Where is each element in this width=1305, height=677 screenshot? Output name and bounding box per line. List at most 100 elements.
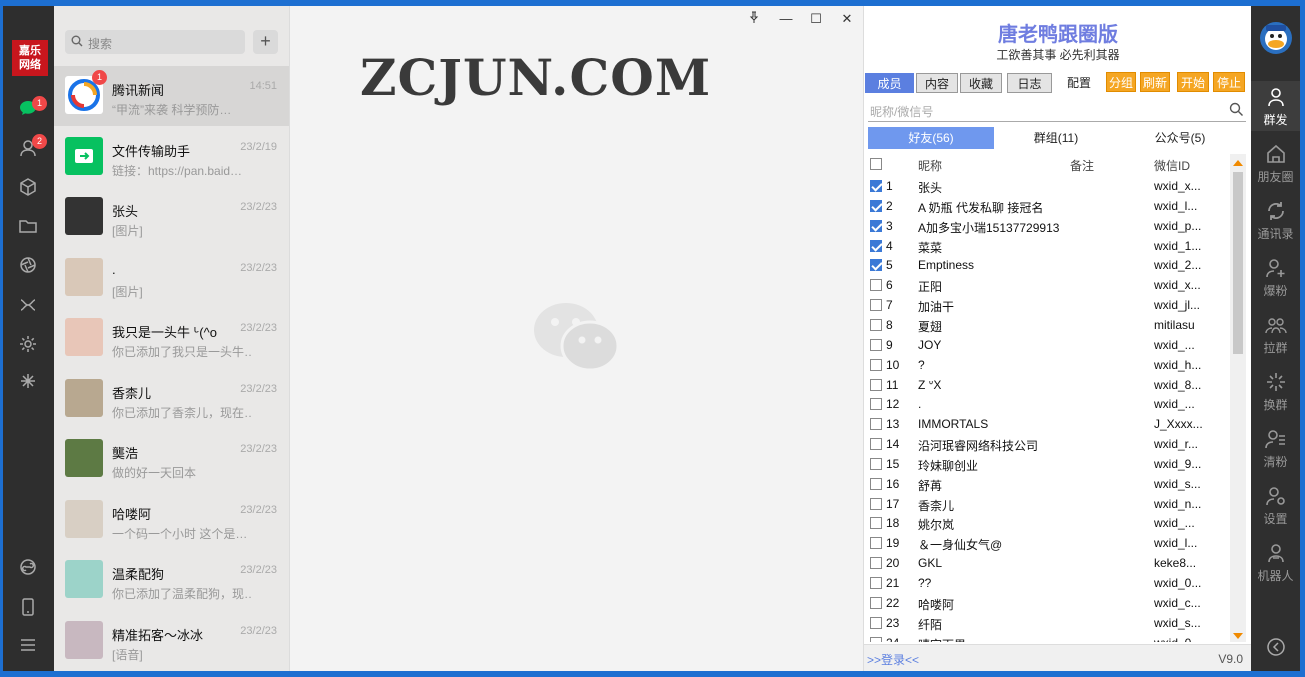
minimize-button[interactable]: —: [775, 10, 797, 28]
chat-item[interactable]: . [图片] 23/2/23: [54, 248, 289, 308]
header-wxid[interactable]: 微信ID: [1154, 157, 1190, 174]
stop-button[interactable]: 停止: [1213, 72, 1245, 92]
search-box[interactable]: 搜索: [65, 30, 245, 54]
tool-pull-group[interactable]: 拉群: [1251, 309, 1300, 359]
chat-item[interactable]: 温柔配狗 你已添加了温柔配狗，现… 23/2/23: [54, 550, 289, 610]
row-checkbox[interactable]: [870, 338, 882, 351]
tool-contacts[interactable]: 通讯录: [1251, 195, 1300, 245]
phone-icon[interactable]: [17, 596, 39, 618]
table-row[interactable]: 17 香柰儿 wxid_n...: [864, 494, 1230, 514]
row-checkbox[interactable]: [870, 418, 882, 431]
table-row[interactable]: 23 纤陌 wxid_s...: [864, 613, 1230, 633]
tab-log[interactable]: 日志: [1007, 73, 1052, 93]
table-row[interactable]: 14 沿河珉睿网络科技公司 wxid_r...: [864, 434, 1230, 454]
table-row[interactable]: 2 A 奶瓶 代发私聊 接冠名 wxid_l...: [864, 196, 1230, 216]
select-all-checkbox[interactable]: [870, 158, 882, 170]
avatar[interactable]: [65, 620, 103, 659]
table-row[interactable]: 15 玲妹聊创业 wxid_9...: [864, 454, 1230, 474]
search-icon[interactable]: [1229, 102, 1244, 117]
tool-add-fans[interactable]: 爆粉: [1251, 252, 1300, 302]
table-row[interactable]: 9 JOY wxid_...: [864, 335, 1230, 355]
segment-official-accounts[interactable]: 公众号(5): [1118, 127, 1242, 149]
login-link[interactable]: >>登录<<: [867, 651, 919, 668]
table-row[interactable]: 16 舒苒 wxid_s...: [864, 474, 1230, 494]
table-row[interactable]: 3 A加多宝小瑞15137729913 wxid_p...: [864, 216, 1230, 236]
tab-members[interactable]: 成员: [865, 73, 914, 93]
scroll-down-icon[interactable]: [1233, 633, 1243, 639]
scroll-up-icon[interactable]: [1233, 160, 1243, 166]
row-checkbox[interactable]: [870, 557, 882, 570]
row-checkbox[interactable]: [870, 318, 882, 331]
row-checkbox[interactable]: [870, 477, 882, 490]
avatar[interactable]: [65, 439, 103, 477]
row-checkbox[interactable]: [870, 239, 882, 252]
avatar[interactable]: [65, 257, 103, 296]
table-row[interactable]: 12. wxid_...: [864, 394, 1230, 414]
row-checkbox[interactable]: [870, 378, 882, 391]
row-checkbox[interactable]: [870, 616, 882, 629]
row-checkbox[interactable]: [870, 358, 882, 371]
row-checkbox[interactable]: [870, 497, 882, 510]
table-row[interactable]: 13 IMMORTALS J_Xxxx...: [864, 414, 1230, 434]
channels-icon[interactable]: [17, 294, 39, 316]
row-checkbox[interactable]: [870, 577, 882, 589]
chat-item[interactable]: 香柰儿 你已添加了香柰儿，现在… 23/2/23: [54, 369, 289, 429]
row-checkbox[interactable]: [870, 398, 882, 411]
table-row[interactable]: 5 Emptiness wxid_2...: [864, 255, 1230, 275]
table-row[interactable]: 1 张头 wxid_x...: [864, 176, 1230, 196]
add-chat-button[interactable]: +: [253, 30, 278, 54]
group-button[interactable]: 分组: [1106, 72, 1136, 92]
row-checkbox[interactable]: [870, 259, 882, 272]
maximize-button[interactable]: ☐: [805, 10, 827, 28]
chat-item[interactable]: 我只是一头牛 ᒡ(^o 你已添加了我只是一头牛… 23/2/23: [54, 308, 289, 368]
tool-switch-group[interactable]: 换群: [1251, 366, 1300, 416]
mini-program-gear-icon[interactable]: [17, 333, 39, 355]
collection-cube-icon[interactable]: [17, 176, 39, 198]
moments-aperture-icon[interactable]: [17, 254, 39, 276]
avatar[interactable]: [65, 378, 103, 417]
table-row[interactable]: 24 晴空下男 wxid_0...: [864, 633, 1230, 642]
table-row[interactable]: 22 哈喽阿 wxid_c...: [864, 593, 1230, 613]
menu-icon[interactable]: [17, 634, 39, 656]
chat-item[interactable]: 腾讯新闻 “甲流”来袭 科学预防… 14:51 1: [54, 66, 289, 126]
tab-config[interactable]: 配置: [1059, 73, 1099, 93]
tab-content[interactable]: 内容: [916, 73, 958, 93]
row-checkbox[interactable]: [870, 537, 882, 550]
segment-friends[interactable]: 好友(56): [868, 127, 994, 149]
avatar[interactable]: [65, 499, 103, 538]
folder-icon[interactable]: [17, 215, 39, 237]
row-checkbox[interactable]: [870, 180, 882, 192]
row-checkbox[interactable]: [870, 219, 882, 232]
table-row[interactable]: 21?? wxid_0...: [864, 573, 1230, 593]
close-button[interactable]: ✕: [836, 10, 858, 28]
row-checkbox[interactable]: [870, 279, 882, 292]
row-checkbox[interactable]: [870, 636, 882, 642]
row-checkbox[interactable]: [870, 596, 882, 609]
table-row[interactable]: 7 加油干 wxid_jl...: [864, 295, 1230, 315]
tool-mass-send[interactable]: 群发: [1251, 81, 1300, 131]
nickname-search-input[interactable]: 昵称/微信号: [868, 98, 1246, 122]
table-row[interactable]: 18 姚尔岚 wxid_...: [864, 513, 1230, 533]
row-checkbox[interactable]: [870, 199, 882, 212]
table-row[interactable]: 8 夏翅 mitilasu: [864, 315, 1230, 335]
chat-item[interactable]: 张头 [图片] 23/2/23: [54, 187, 289, 247]
scroll-thumb[interactable]: [1233, 172, 1243, 354]
table-row[interactable]: 19 ＆一身仙女气@ wxid_l...: [864, 533, 1230, 553]
segment-groups[interactable]: 群组(11): [994, 127, 1118, 149]
chat-item[interactable]: 精准拓客～冰冰 [语音] 23/2/23: [54, 611, 289, 671]
avatar[interactable]: [65, 197, 103, 235]
header-nickname[interactable]: 昵称: [918, 157, 942, 174]
avatar[interactable]: [65, 136, 103, 175]
tool-moments[interactable]: 朋友圈: [1251, 138, 1300, 188]
tool-robot[interactable]: 机器人: [1251, 537, 1300, 587]
table-row[interactable]: 11 Z ᐡX wxid_8...: [864, 375, 1230, 395]
header-remark[interactable]: 备注: [1070, 157, 1094, 174]
row-checkbox[interactable]: [870, 457, 882, 470]
table-row[interactable]: 20 GKL keke8...: [864, 553, 1230, 573]
table-row[interactable]: 10? wxid_h...: [864, 355, 1230, 375]
start-button[interactable]: 开始: [1177, 72, 1209, 92]
tool-clean-fans[interactable]: 清粉: [1251, 423, 1300, 473]
row-checkbox[interactable]: [870, 517, 882, 530]
table-scrollbar[interactable]: [1230, 154, 1246, 642]
table-row[interactable]: 6 正阳 wxid_x...: [864, 275, 1230, 295]
